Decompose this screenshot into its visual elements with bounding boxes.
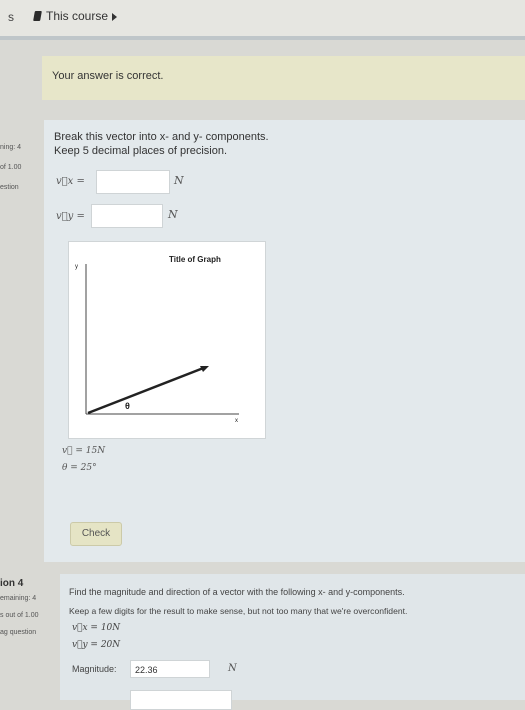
feedback-panel: Your answer is correct.	[42, 56, 525, 100]
angle-label: θ	[125, 401, 130, 411]
y-axis-label: y	[75, 264, 78, 270]
question4-marks: s out of 1.00	[0, 612, 39, 619]
question-marks: of 1.00	[0, 164, 22, 171]
question4-hint: Keep a few digits for the result to make…	[69, 606, 408, 616]
flag-question-link[interactable]: estion	[0, 178, 44, 198]
breadcrumb-course[interactable]: This course	[46, 9, 108, 23]
x-axis-label: x	[235, 418, 238, 424]
given-vector: v⃗ = 15N	[62, 446, 106, 456]
magnitude-input[interactable]: 22.36	[130, 660, 210, 678]
question4-status: emaining: 4	[0, 595, 37, 602]
question-panel: Break this vector into x- and y- compone…	[44, 120, 525, 562]
flag-question4-link[interactable]: ag question	[0, 629, 60, 636]
graph-drawing	[85, 264, 239, 415]
question-precision: Keep 5 decimal places of precision.	[54, 145, 228, 157]
vector-graph: Title of Graph y x θ	[68, 241, 266, 439]
vector-arrow	[87, 365, 207, 415]
check-button[interactable]: Check	[70, 522, 122, 546]
question4-info-sidebar: ion 4 emaining: 4 s out of 1.00 ag quest…	[0, 578, 60, 636]
magnitude-label: Magnitude:	[72, 664, 117, 674]
course-icon	[33, 11, 42, 21]
vy-label: v⃗y =	[56, 211, 85, 222]
feedback-text: Your answer is correct.	[52, 70, 164, 82]
question4-vx: v⃗x = 10N	[72, 623, 121, 633]
direction-input[interactable]	[130, 690, 232, 710]
question4-number: ion 4	[0, 578, 24, 589]
question4-vy: v⃗y = 20N	[72, 640, 121, 650]
chevron-right-icon[interactable]	[112, 13, 117, 21]
question4-panel: Find the magnitude and direction of a ve…	[60, 574, 525, 710]
vx-label: v⃗x =	[56, 176, 85, 187]
vy-answer-input[interactable]	[91, 204, 163, 228]
question-prompt: Break this vector into x- and y- compone…	[54, 131, 269, 143]
question-info-sidebar: ning: 4 of 1.00 estion	[0, 138, 44, 198]
given-angle: θ = 25°	[62, 463, 97, 473]
magnitude-unit: N	[228, 663, 237, 674]
breadcrumb-left[interactable]: s	[8, 10, 14, 24]
vy-unit: N	[168, 208, 178, 221]
question4-prompt: Find the magnitude and direction of a ve…	[69, 587, 405, 597]
vx-unit: N	[174, 174, 184, 187]
top-navigation-bar: s This course	[0, 0, 525, 40]
question-status: ning: 4	[0, 144, 22, 151]
vx-answer-input[interactable]	[96, 170, 170, 194]
